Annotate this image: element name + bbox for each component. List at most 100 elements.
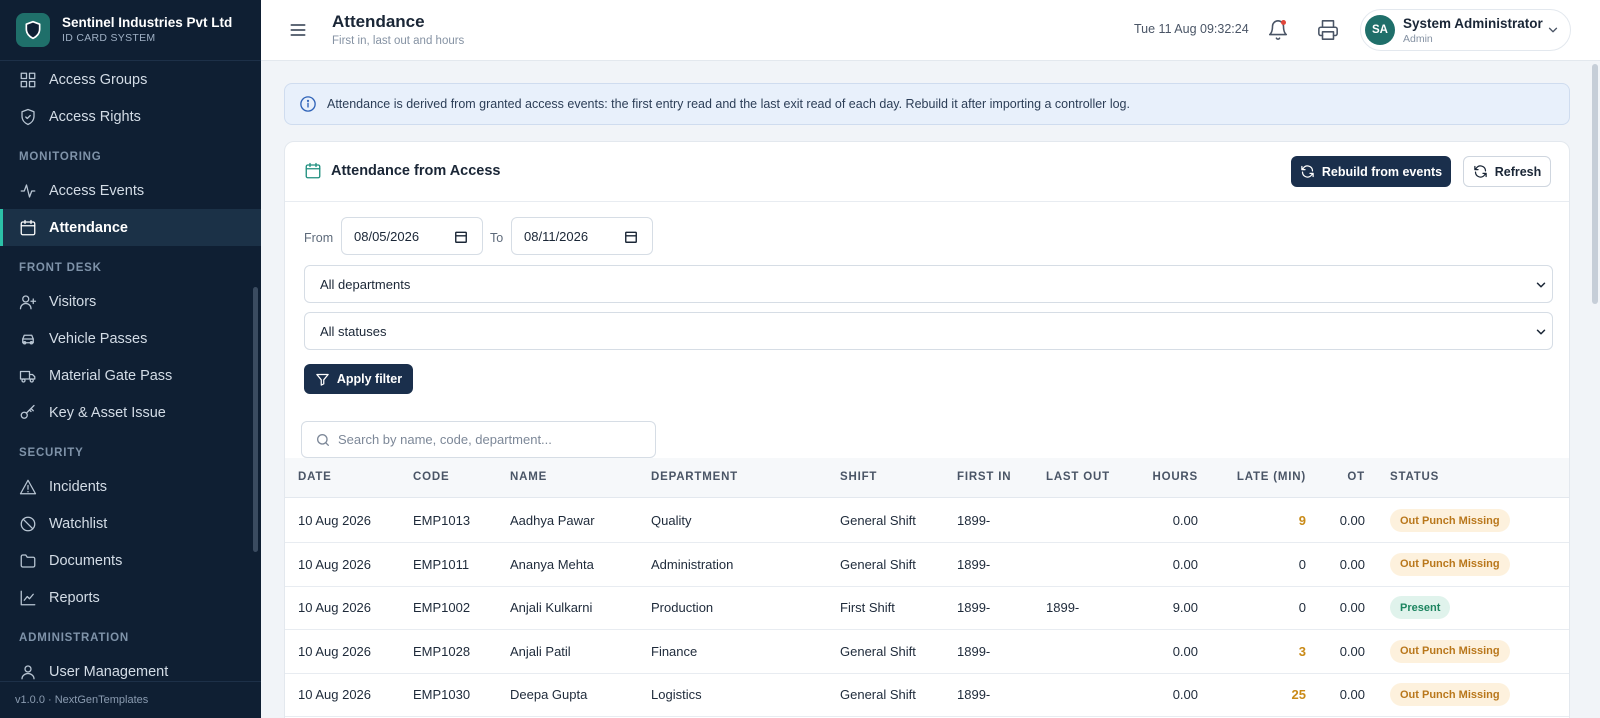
sidebar-item-documents[interactable]: Documents — [0, 542, 261, 579]
sidebar-item-reports[interactable]: Reports — [0, 579, 261, 616]
sidebar-item-label: Access Rights — [49, 108, 141, 125]
sidebar-item-visitors[interactable]: Visitors — [0, 283, 261, 320]
cell-code: EMP1030 — [413, 687, 471, 703]
table-row[interactable]: 10 Aug 2026 EMP1028 Anjali Patil Finance Gen… — [285, 630, 1569, 674]
sidebar-item-label: Documents — [49, 552, 123, 569]
cell-hours: 0.00 — [1172, 687, 1198, 703]
print-icon[interactable] — [1317, 19, 1339, 41]
datetime-display: Tue 11 Aug 09:32:24 — [1134, 22, 1249, 36]
cell-first-in: 1899- — [957, 600, 991, 616]
column-header-ot[interactable]: OT — [1245, 471, 1365, 483]
sidebar-item-label: Reports — [49, 589, 100, 606]
cell-code: EMP1028 — [413, 643, 471, 659]
cell-name: Anjali Kulkarni — [510, 600, 593, 616]
table-row[interactable]: 10 Aug 2026 EMP1011 Ananya Mehta Administra… — [285, 543, 1569, 587]
column-header-shift[interactable]: SHIFT — [840, 471, 877, 483]
topbar: Attendance First in, last out and hours … — [261, 0, 1600, 61]
cell-hours: 0.00 — [1172, 513, 1198, 528]
sidebar-item-incidents[interactable]: Incidents — [0, 468, 261, 505]
cell-ot: 0.00 — [1339, 600, 1365, 616]
cell-name: Ananya Mehta — [510, 556, 594, 572]
refresh-label: Refresh — [1494, 164, 1542, 179]
sidebar-section-administration: ADMINISTRATION — [19, 631, 130, 644]
sidebar-item-label: Watchlist — [49, 515, 108, 532]
cell-last-out: 1899- — [1046, 600, 1080, 616]
key-icon — [19, 404, 37, 422]
status-badge: Out Punch Missing — [1390, 552, 1510, 576]
sidebar-scrollbar[interactable] — [253, 287, 258, 552]
card-header: Attendance from Access Rebuild from even… — [285, 142, 1569, 202]
menu-toggle-icon[interactable] — [288, 20, 308, 40]
sidebar-item-user-management[interactable]: User Management — [0, 653, 261, 681]
car-icon — [19, 330, 37, 348]
column-header-department[interactable]: DEPARTMENT — [651, 471, 738, 483]
brand-name: Sentinel Industries Pvt Ltd — [62, 15, 233, 30]
column-header-date[interactable]: DATE — [298, 471, 332, 483]
main-scrollbar[interactable] — [1592, 64, 1598, 304]
to-date-input[interactable]: 08/11/2026 — [511, 217, 653, 255]
refresh-icon — [1473, 165, 1487, 178]
cell-ot: 0.00 — [1339, 643, 1365, 659]
notification-dot — [1281, 20, 1286, 25]
sidebar-item-label: Visitors — [49, 293, 97, 310]
from-date-input[interactable]: 08/05/2026 — [341, 217, 483, 255]
filter-icon — [316, 373, 329, 386]
calendar-icon — [19, 219, 37, 237]
cell-department: Quality — [651, 513, 692, 528]
card-title: Attendance from Access — [331, 163, 501, 179]
table-row[interactable]: 10 Aug 2026 EMP1002 Anjali Kulkarni Product… — [285, 586, 1569, 631]
sidebar-section-security: SECURITY — [19, 446, 84, 459]
cell-department: Production — [651, 600, 714, 616]
cell-shift: General Shift — [840, 643, 916, 659]
sidebar-item-attendance[interactable]: Attendance — [0, 209, 261, 246]
sidebar-item-watchlist[interactable]: Watchlist — [0, 505, 261, 542]
status-select[interactable]: All statuses — [304, 312, 1553, 350]
sidebar-item-access-events[interactable]: Access Events — [0, 172, 261, 209]
grid-icon — [19, 71, 37, 89]
truck-icon — [19, 367, 37, 385]
sidebar-item-label: Attendance — [49, 219, 128, 236]
cell-late: 25 — [1291, 687, 1306, 703]
column-header-code[interactable]: CODE — [413, 471, 449, 483]
notifications-bell-icon[interactable] — [1267, 19, 1289, 41]
sidebar-item-material-gate-pass[interactable]: Material Gate Pass — [0, 357, 261, 394]
sidebar-item-label: Incidents — [49, 478, 108, 495]
column-header-hours[interactable]: HOURS — [1078, 471, 1198, 483]
brand: Sentinel Industries Pvt Ltd ID CARD SYST… — [0, 0, 261, 61]
cell-shift: First Shift — [840, 600, 895, 616]
status-badge: Present — [1390, 596, 1451, 620]
sidebar-item-label: Material Gate Pass — [49, 367, 173, 384]
cell-late: 0 — [1298, 556, 1306, 572]
status-badge: Out Punch Missing — [1390, 509, 1510, 532]
table-row[interactable]: 10 Aug 2026 EMP1030 Deepa Gupta Logistics Ge… — [285, 673, 1569, 718]
chevron-down-icon — [1546, 23, 1560, 37]
user-menu[interactable]: SA System Administrator Admin — [1360, 9, 1571, 51]
sidebar-item-label: Vehicle Passes — [49, 330, 148, 347]
avatar: SA — [1365, 15, 1395, 45]
status-select-value: All statuses — [320, 323, 387, 339]
cell-first-in: 1899- — [957, 556, 991, 572]
cell-ot: 0.00 — [1339, 556, 1365, 572]
table-row[interactable]: 10 Aug 2026 EMP1013 Aadhya Pawar Quality Gen… — [285, 499, 1569, 543]
sidebar-item-access-rights[interactable]: Access Rights — [0, 98, 261, 135]
cell-date: 10 Aug 2026 — [298, 513, 372, 528]
cell-hours: 0.00 — [1172, 643, 1198, 659]
rebuild-from-events-button[interactable]: Rebuild from events — [1291, 156, 1451, 187]
column-header-name[interactable]: NAME — [510, 471, 547, 483]
column-header-first-in[interactable]: FIRST IN — [957, 471, 1011, 483]
cell-code: EMP1002 — [413, 600, 471, 616]
chevron-down-icon — [1536, 329, 1546, 335]
search-input[interactable]: Search by name, code, department... — [301, 421, 656, 458]
ban-icon — [19, 515, 37, 533]
column-header-status[interactable]: STATUS — [1390, 471, 1439, 483]
sidebar-item-key-asset-issue[interactable]: Key & Asset Issue — [0, 394, 261, 431]
calendar-picker-icon[interactable] — [454, 230, 468, 244]
department-select[interactable]: All departments — [304, 265, 1553, 303]
apply-filter-button[interactable]: Apply filter — [304, 364, 413, 394]
refresh-button[interactable]: Refresh — [1463, 156, 1551, 187]
cell-code: EMP1013 — [413, 513, 471, 528]
calendar-picker-icon[interactable] — [624, 230, 638, 244]
sidebar-item-access-groups[interactable]: Access Groups — [0, 61, 261, 98]
cell-department: Administration — [651, 556, 734, 572]
sidebar-item-vehicle-passes[interactable]: Vehicle Passes — [0, 320, 261, 357]
